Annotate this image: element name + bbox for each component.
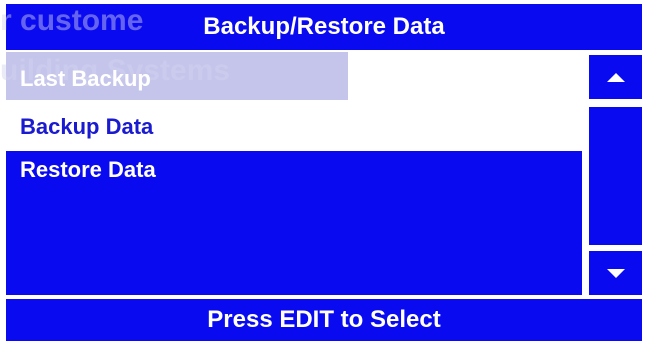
scroll-track[interactable]: [589, 107, 642, 245]
triangle-down-icon: [606, 268, 625, 278]
menu-list: Last Backup Backup Data Restore Data: [6, 55, 582, 295]
menu-item-restore-data[interactable]: Restore Data: [6, 151, 582, 295]
menu-item-backup-data[interactable]: Backup Data: [6, 103, 582, 151]
menu-item-label: Restore Data: [20, 157, 156, 182]
triangle-up-icon: [606, 72, 625, 82]
device-screen: Backup/Restore Data r custome uilding Sy…: [0, 0, 648, 343]
scrollbar[interactable]: [589, 55, 642, 295]
footer-hint: Press EDIT to Select: [6, 299, 642, 341]
screen-title-text: Backup/Restore Data: [203, 13, 445, 40]
scroll-up-button[interactable]: [589, 55, 642, 99]
menu-item-label: Backup Data: [20, 114, 154, 139]
menu-item-last-backup[interactable]: Last Backup: [6, 55, 582, 103]
screen-title: Backup/Restore Data: [6, 4, 642, 50]
scroll-down-button[interactable]: [589, 251, 642, 295]
menu-item-label: Last Backup: [20, 66, 151, 91]
footer-hint-text: Press EDIT to Select: [207, 306, 441, 333]
